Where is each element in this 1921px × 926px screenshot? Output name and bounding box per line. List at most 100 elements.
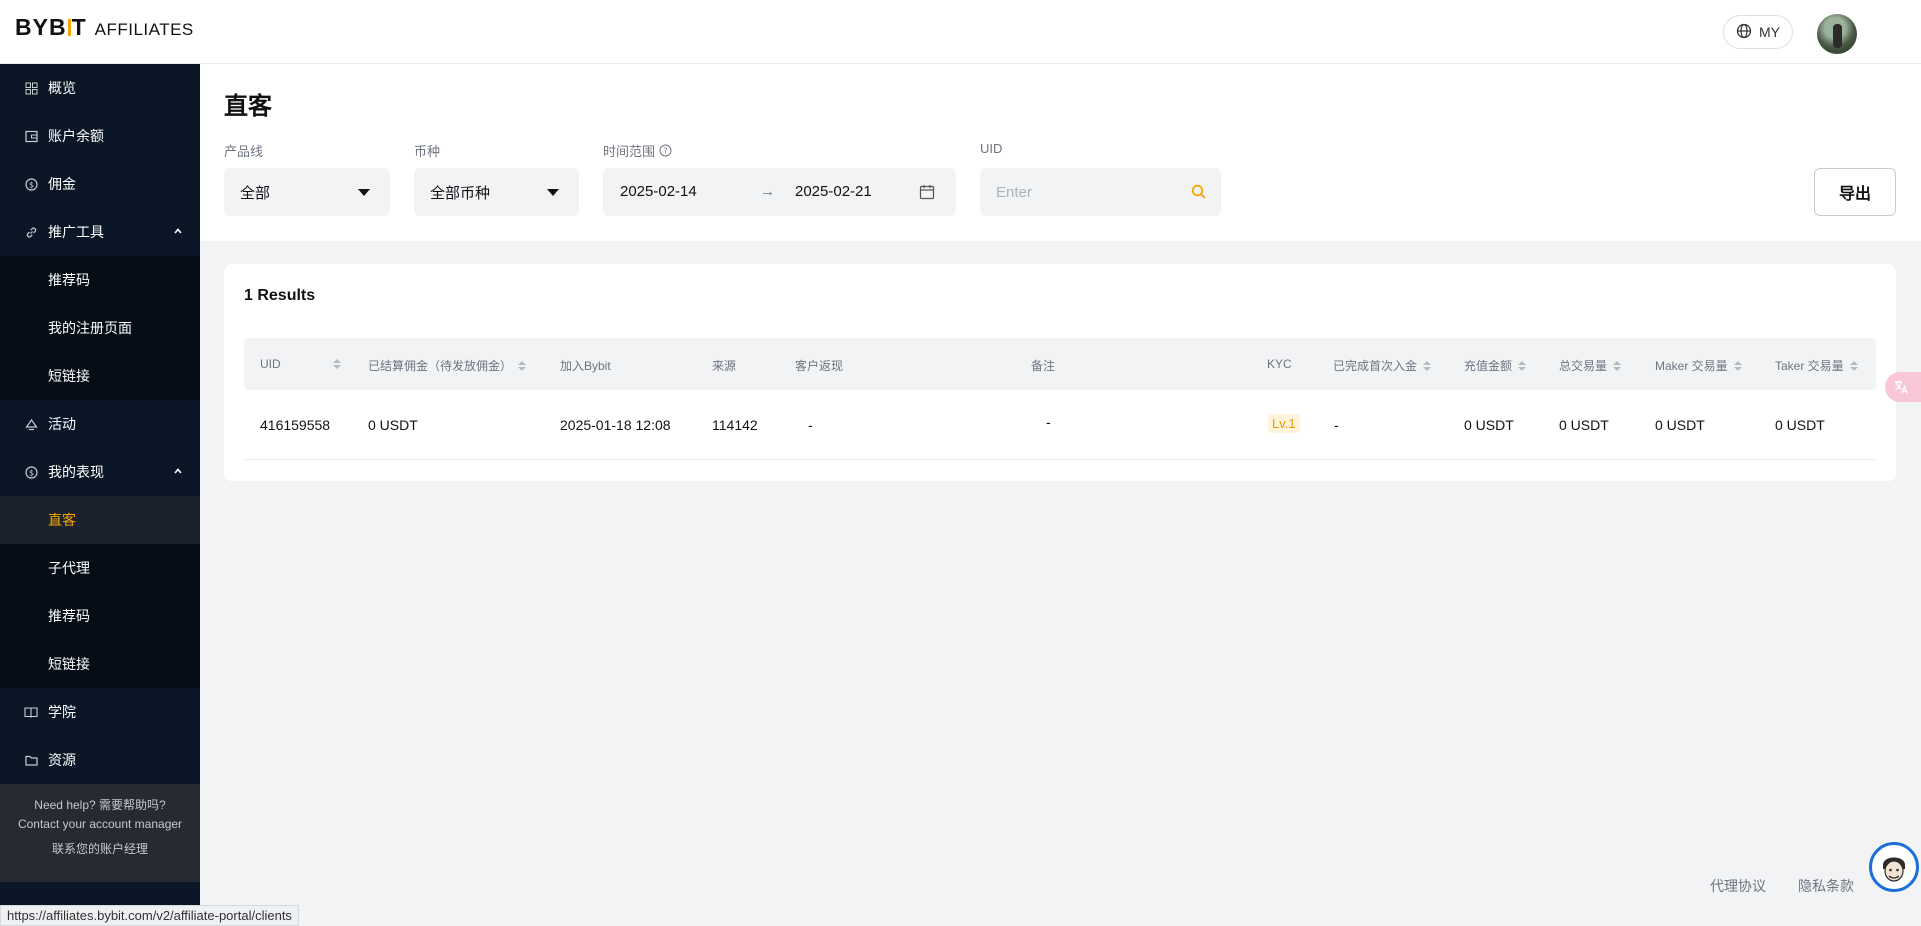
date-end[interactable]: 2025-02-21 <box>795 183 872 200</box>
cell-commission: 0 USDT <box>368 417 418 433</box>
export-button[interactable]: 导出 <box>1814 168 1896 216</box>
sidebar-item-label: 账户余额 <box>48 128 104 144</box>
sort-icon[interactable] <box>518 360 527 371</box>
cell-joined: 2025-01-18 12:08 <box>560 417 671 433</box>
help-circle-icon[interactable]: ? <box>659 144 672 157</box>
link-icon <box>24 225 38 239</box>
time-range-label-group: 时间范围 ? <box>603 141 672 160</box>
sidebar-item-account-balance[interactable]: 账户余额 <box>0 112 200 160</box>
time-range-label: 时间范围 <box>603 144 656 159</box>
chevron-up-icon <box>174 228 182 234</box>
date-range-picker[interactable]: 2025-02-14 → 2025-02-21 <box>603 168 956 216</box>
coin-select[interactable]: 全部币种 <box>414 168 579 216</box>
column-header-cashback: 客户返现 <box>795 359 844 373</box>
cell-deposit-amount: 0 USDT <box>1464 417 1514 433</box>
uid-search-input[interactable] <box>996 168 1176 216</box>
sort-icon[interactable] <box>1423 360 1432 371</box>
sidebar: 概览 账户余额 $ 佣金 推广工具 推荐码 我的注册页面 短链接 活动 $ 我的… <box>0 64 200 926</box>
cell-total-volume: 0 USDT <box>1559 417 1609 433</box>
kyc-level-badge: Lv.1 <box>1268 414 1300 433</box>
sort-icon[interactable] <box>1613 360 1622 371</box>
product-select[interactable]: 全部 <box>224 168 390 216</box>
sidebar-subitem-short-link[interactable]: 短链接 <box>0 640 200 688</box>
column-header-source: 来源 <box>712 359 737 373</box>
support-agent-icon <box>1875 848 1913 886</box>
folder-icon <box>24 753 38 767</box>
uid-search-box[interactable] <box>980 168 1221 216</box>
column-header-note: 备注 <box>1031 359 1056 373</box>
language-button[interactable]: MY <box>1723 15 1793 49</box>
cell-note[interactable]: - <box>1046 414 1051 430</box>
status-bar-url: https://affiliates.bybit.com/v2/affiliat… <box>0 905 299 926</box>
table-header: UID 已结算佣金（待发放佣金） 加入Bybit 来源 客户返现 备注 KYC … <box>244 338 1876 390</box>
sidebar-item-resources[interactable]: 资源 <box>0 736 200 784</box>
sidebar-item-commission[interactable]: $ 佣金 <box>0 160 200 208</box>
cell-taker-volume: 0 USDT <box>1775 417 1825 433</box>
column-header-joined: 加入Bybit <box>560 359 611 373</box>
sidebar-subitem-referral-code[interactable]: 推荐码 <box>0 592 200 640</box>
sidebar-item-overview[interactable]: 概览 <box>0 64 200 112</box>
svg-text:?: ? <box>663 147 667 156</box>
column-header-maker-volume[interactable]: Maker 交易量 <box>1655 357 1742 374</box>
coin-value: 全部币种 <box>430 184 491 202</box>
arrow-right-icon: → <box>760 183 775 200</box>
sidebar-item-label: 我的表现 <box>48 464 104 480</box>
sidebar-item-label: 佣金 <box>48 176 76 192</box>
sidebar-subitem-direct-clients[interactable]: 直客 <box>0 496 200 544</box>
dollar-circle-icon: $ <box>24 465 38 479</box>
caret-down-icon <box>358 189 370 196</box>
floating-translate-widget[interactable] <box>1885 372 1921 402</box>
globe-icon <box>1736 23 1752 42</box>
sidebar-subitem-my-signup-page[interactable]: 我的注册页面 <box>0 304 200 352</box>
cell-uid: 416159558 <box>260 417 331 433</box>
column-header-first-deposit[interactable]: 已完成首次入金 <box>1333 357 1432 374</box>
help-line: Contact your account manager <box>17 817 183 831</box>
sort-icon[interactable] <box>332 359 341 369</box>
agent-agreement-link[interactable]: 代理协议 <box>1710 876 1766 896</box>
sidebar-subitem-short-link[interactable]: 短链接 <box>0 352 200 400</box>
column-header-uid[interactable]: UID <box>260 357 341 371</box>
bybit-affiliates-logo[interactable]: BYB T AFFILIATES <box>15 14 194 42</box>
megaphone-icon <box>24 417 38 431</box>
sidebar-item-events[interactable]: 活动 <box>0 400 200 448</box>
sidebar-item-academy[interactable]: 学院 <box>0 688 200 736</box>
column-header-commission[interactable]: 已结算佣金（待发放佣金） <box>368 357 527 374</box>
support-chat-button[interactable] <box>1869 842 1919 892</box>
product-value: 全部 <box>240 184 271 202</box>
sidebar-item-label: 活动 <box>48 416 76 432</box>
results-card: 1 Results UID 已结算佣金（待发放佣金） 加入Bybit 来源 客户… <box>224 264 1896 481</box>
results-count: 1 Results <box>244 287 316 304</box>
svg-text:$: $ <box>28 468 33 477</box>
contact-manager-link[interactable]: 联系您的账户经理 <box>0 840 200 859</box>
sidebar-subitem-sub-affiliates[interactable]: 子代理 <box>0 544 200 592</box>
column-header-total-volume[interactable]: 总交易量 <box>1559 357 1622 374</box>
column-header-taker-volume[interactable]: Taker 交易量 <box>1775 357 1858 374</box>
sidebar-subitem-referral-code[interactable]: 推荐码 <box>0 256 200 304</box>
cell-first-deposit: - <box>1334 417 1339 433</box>
sort-icon[interactable] <box>1518 360 1527 371</box>
date-start[interactable]: 2025-02-14 <box>620 183 697 200</box>
logo-mark: BYB T <box>15 14 87 40</box>
translate-icon <box>1895 381 1908 394</box>
calendar-icon <box>919 185 935 200</box>
sort-icon[interactable] <box>1849 360 1858 371</box>
column-header-deposit-amount[interactable]: 充值金额 <box>1464 357 1527 374</box>
logo-subtitle: AFFILIATES <box>94 20 194 39</box>
grid-icon <box>24 81 38 95</box>
sidebar-item-my-performance[interactable]: $ 我的表现 <box>0 448 200 496</box>
sidebar-item-promo-tools[interactable]: 推广工具 <box>0 208 200 256</box>
user-avatar[interactable] <box>1817 14 1857 54</box>
sort-icon[interactable] <box>1733 360 1742 371</box>
sidebar-item-label: 推广工具 <box>48 224 104 240</box>
sidebar-item-label: 资源 <box>48 752 76 768</box>
cell-cashback: - <box>808 417 813 433</box>
column-header-kyc: KYC <box>1267 357 1292 371</box>
cell-maker-volume: 0 USDT <box>1655 417 1705 433</box>
uid-label: UID <box>980 141 1003 156</box>
table-row[interactable]: 416159558 0 USDT 2025-01-18 12:08 114142… <box>244 390 1876 460</box>
product-label: 产品线 <box>224 144 264 159</box>
coin-label: 币种 <box>414 144 441 159</box>
search-icon[interactable] <box>1191 184 1207 200</box>
privacy-link[interactable]: 隐私条款 <box>1798 876 1854 896</box>
wallet-icon <box>24 129 38 143</box>
